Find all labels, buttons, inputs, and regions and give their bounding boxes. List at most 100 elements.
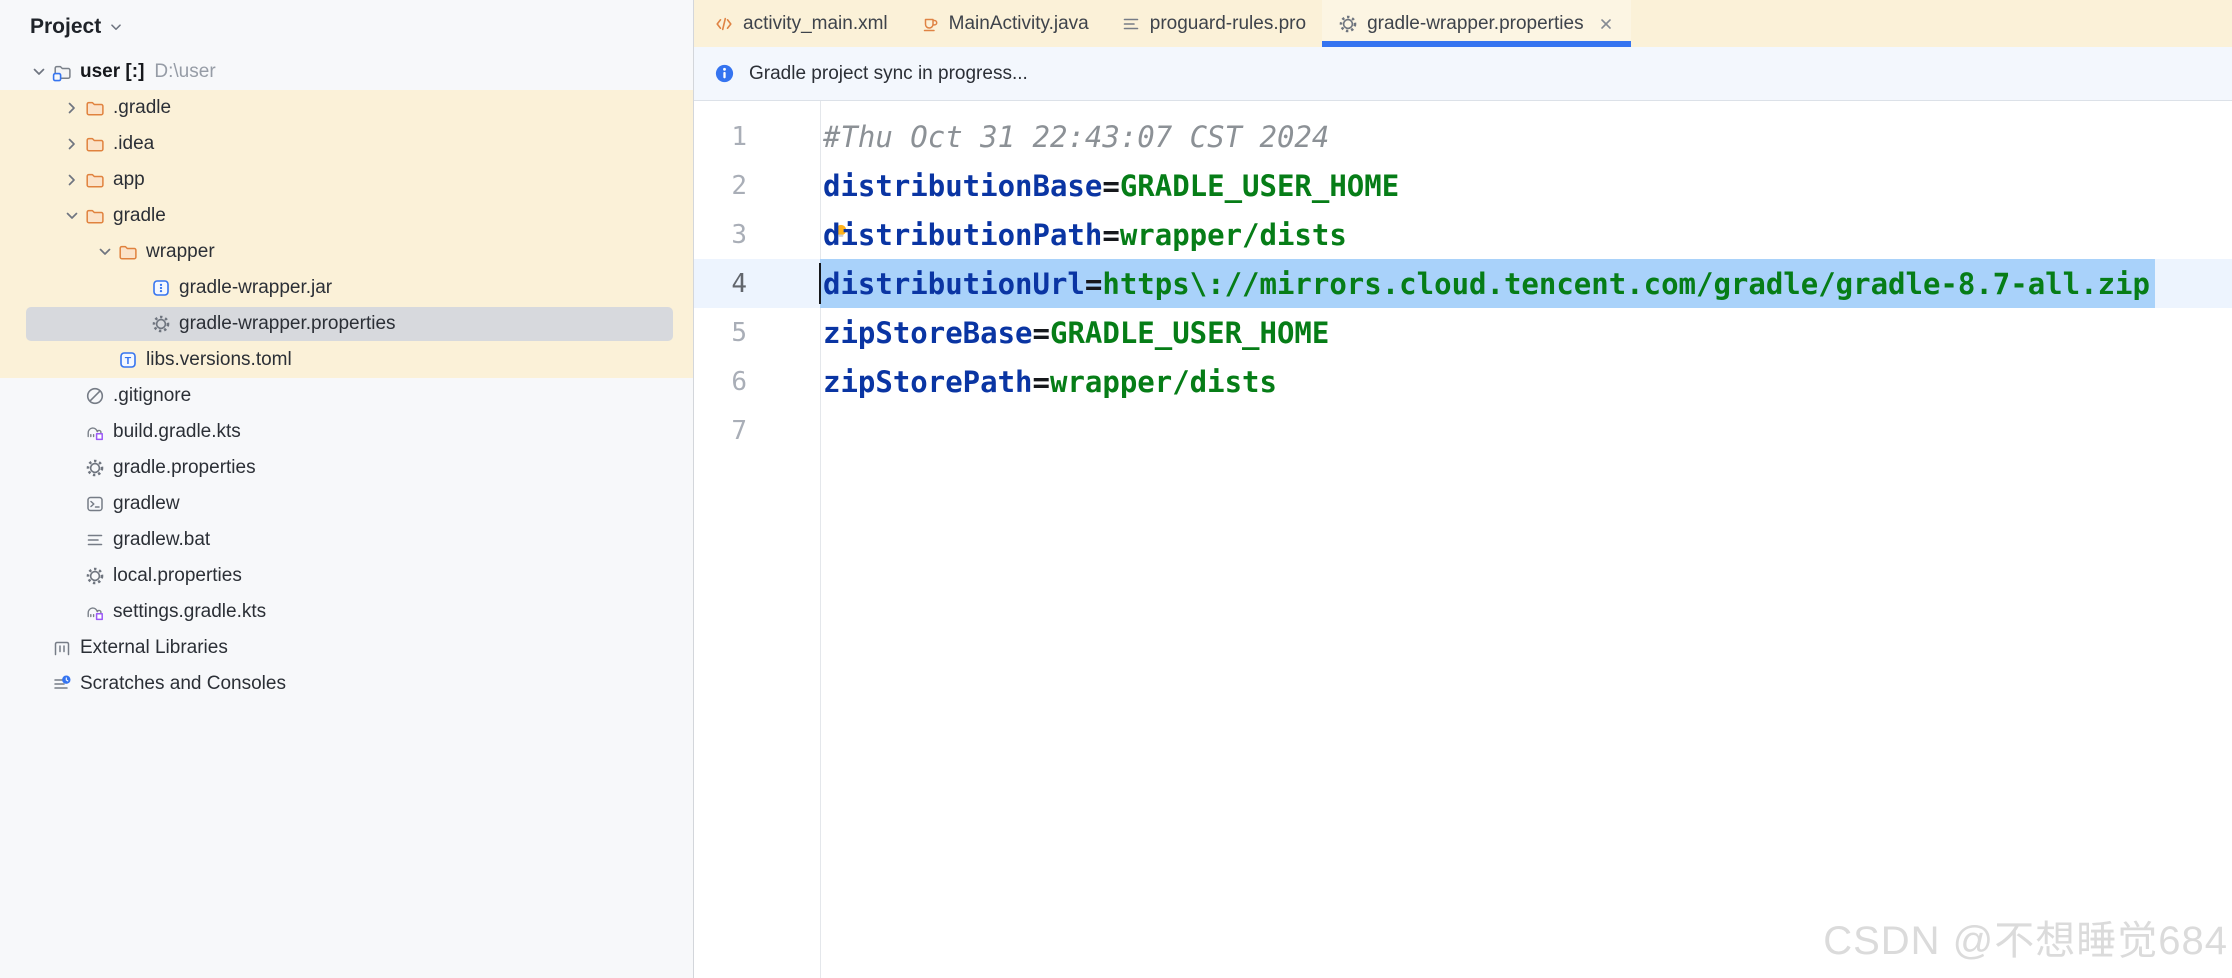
tree-item-content: gradle-wrapper.properties: [0, 311, 396, 337]
tree-item-label: External Libraries: [80, 637, 228, 659]
tree-item-label: Scratches and Consoles: [80, 673, 286, 695]
tree-item-libs.versions.toml[interactable]: Tlibs.versions.toml: [0, 342, 693, 378]
editor-line-1[interactable]: 1#Thu Oct 31 22:43:07 CST 2024: [694, 112, 2232, 161]
tree-item-wrapper[interactable]: wrapper: [0, 234, 693, 270]
chevron-right-icon[interactable]: [59, 131, 85, 157]
tree-item-external-libraries[interactable]: External Libraries: [0, 630, 693, 666]
chevron-spacer: [59, 419, 85, 445]
token-eq: =: [1085, 267, 1102, 301]
token-key: zipStoreBase: [823, 316, 1033, 350]
code-text[interactable]: distributionUrl=https\://mirrors.cloud.t…: [820, 267, 2150, 301]
editor-line-2[interactable]: 2distributionBase=GRADLE_USER_HOME: [694, 161, 2232, 210]
tree-item-label: app: [113, 169, 145, 191]
tree-item-build.gradle.kts[interactable]: build.gradle.kts: [0, 414, 693, 450]
tree-item-content: local.properties: [0, 563, 242, 589]
token-eq: =: [1102, 218, 1119, 252]
chevron-down-icon[interactable]: [26, 59, 52, 85]
toml-icon: T: [118, 350, 138, 370]
tree-item-gradle.properties[interactable]: gradle.properties: [0, 450, 693, 486]
token-value: GRADLE_USER_HOME: [1050, 316, 1329, 350]
scratches-icon: [52, 674, 72, 694]
tree-item-.gradle[interactable]: .gradle: [0, 90, 693, 126]
close-icon[interactable]: [1597, 15, 1615, 33]
editor-line-4[interactable]: 4distributionUrl=https\://mirrors.cloud.…: [694, 259, 2232, 308]
code-text[interactable]: distributionBase=GRADLE_USER_HOME: [820, 169, 1399, 203]
tree-item-gradle-wrapper.jar[interactable]: gradle-wrapper.jar: [0, 270, 693, 306]
chevron-down-icon[interactable]: [92, 239, 118, 265]
tree-item-gradle-wrapper.properties[interactable]: gradle-wrapper.properties: [0, 306, 693, 342]
tree-item-label: .gitignore: [113, 385, 191, 407]
tab-mainactivity.java[interactable]: MainActivity.java: [904, 0, 1105, 47]
editor-line-3[interactable]: 3distributionPath=wrapper/dists: [694, 210, 2232, 259]
tree-item-gradlew[interactable]: gradlew: [0, 486, 693, 522]
tree-item-scratches-and-consoles[interactable]: Scratches and Consoles: [0, 666, 693, 702]
project-folder-icon: [52, 62, 72, 82]
tree-item-content: gradle.properties: [0, 455, 256, 481]
gradle-kts-icon: [85, 422, 105, 442]
tree-item-content: .gradle: [0, 95, 171, 121]
text-lines-icon: [1121, 14, 1141, 34]
editor-tab-bar: activity_main.xml MainActivity.java progua…: [694, 0, 2232, 47]
code-text[interactable]: distributionPath=wrapper/dists: [820, 218, 1347, 252]
tree-item-user-[interactable]: user [:] D:\user: [0, 54, 693, 90]
code-text[interactable]: #Thu Oct 31 22:43:07 CST 2024: [820, 120, 1329, 154]
editor-line-6[interactable]: 6zipStorePath=wrapper/dists: [694, 357, 2232, 406]
tree-item-.gitignore[interactable]: .gitignore: [0, 378, 693, 414]
watermark: CSDN @不想睡觉684: [1823, 908, 2228, 966]
tree-item-settings.gradle.kts[interactable]: settings.gradle.kts: [0, 594, 693, 630]
code-text[interactable]: zipStorePath=wrapper/dists: [820, 365, 1277, 399]
tree-item-path-hint: D:\user: [154, 61, 215, 83]
java-cup-icon: [920, 14, 940, 34]
token-eq: =: [1033, 316, 1050, 350]
folder-icon: [85, 206, 105, 226]
tab-activity-main.xml[interactable]: activity_main.xml: [698, 0, 904, 47]
chevron-right-icon[interactable]: [59, 167, 85, 193]
text-lines-icon: [85, 530, 105, 550]
tree-item-content: user [:] D:\user: [0, 59, 216, 85]
tab-label: MainActivity.java: [949, 13, 1089, 35]
code-text[interactable]: zipStoreBase=GRADLE_USER_HOME: [820, 316, 1329, 350]
line-number: 4: [694, 269, 820, 299]
editor-line-7[interactable]: 7: [694, 406, 2232, 455]
tree-item-label: user [:]: [80, 61, 144, 83]
terminal-icon: [85, 494, 105, 514]
project-panel: Project user [:] D:\user .gradle .idea app gr…: [0, 0, 694, 978]
info-icon: [714, 63, 735, 84]
chevron-down-icon[interactable]: [107, 18, 125, 36]
tab-proguard-rules.pro[interactable]: proguard-rules.pro: [1105, 0, 1322, 47]
editor-line-5[interactable]: 5zipStoreBase=GRADLE_USER_HOME: [694, 308, 2232, 357]
token-key: distributionUrl: [823, 267, 1085, 301]
tree-item-app[interactable]: app: [0, 162, 693, 198]
gear-icon: [1338, 14, 1358, 34]
tree-item-content: app: [0, 167, 145, 193]
tab-label: gradle-wrapper.properties: [1367, 13, 1584, 35]
editor-area: activity_main.xml MainActivity.java progua…: [694, 0, 2232, 978]
gradle-kts-icon: [85, 602, 105, 622]
token-comment: #Thu Oct 31 22:43:07 CST 2024: [823, 120, 1329, 154]
library-icon: [52, 638, 72, 658]
line-number: 6: [694, 367, 820, 397]
chevron-spacer: [125, 311, 151, 337]
project-panel-title: Project: [30, 15, 101, 39]
tree-item-label: local.properties: [113, 565, 242, 587]
tab-gradle-wrapper.properties[interactable]: gradle-wrapper.properties: [1322, 0, 1631, 47]
chevron-spacer: [125, 275, 151, 301]
tree-item-gradle[interactable]: gradle: [0, 198, 693, 234]
gear-icon: [85, 458, 105, 478]
tree-item-gradlew.bat[interactable]: gradlew.bat: [0, 522, 693, 558]
project-tool-window-header[interactable]: Project: [0, 0, 693, 54]
chevron-down-icon[interactable]: [59, 203, 85, 229]
chevron-spacer: [92, 347, 118, 373]
line-number: 5: [694, 318, 820, 348]
tree-item-.idea[interactable]: .idea: [0, 126, 693, 162]
tree-item-content: Tlibs.versions.toml: [0, 347, 292, 373]
token-value: GRADLE_USER_HOME: [1120, 169, 1399, 203]
tab-label: activity_main.xml: [743, 13, 888, 35]
code-editor[interactable]: 1#Thu Oct 31 22:43:07 CST 20242distribut…: [694, 101, 2232, 978]
token-eq: =: [1033, 365, 1050, 399]
tree-item-local.properties[interactable]: local.properties: [0, 558, 693, 594]
tree-item-label: settings.gradle.kts: [113, 601, 266, 623]
tree-item-label: gradle-wrapper.properties: [179, 313, 396, 335]
chevron-right-icon[interactable]: [59, 95, 85, 121]
tree-item-content: gradle: [0, 203, 166, 229]
